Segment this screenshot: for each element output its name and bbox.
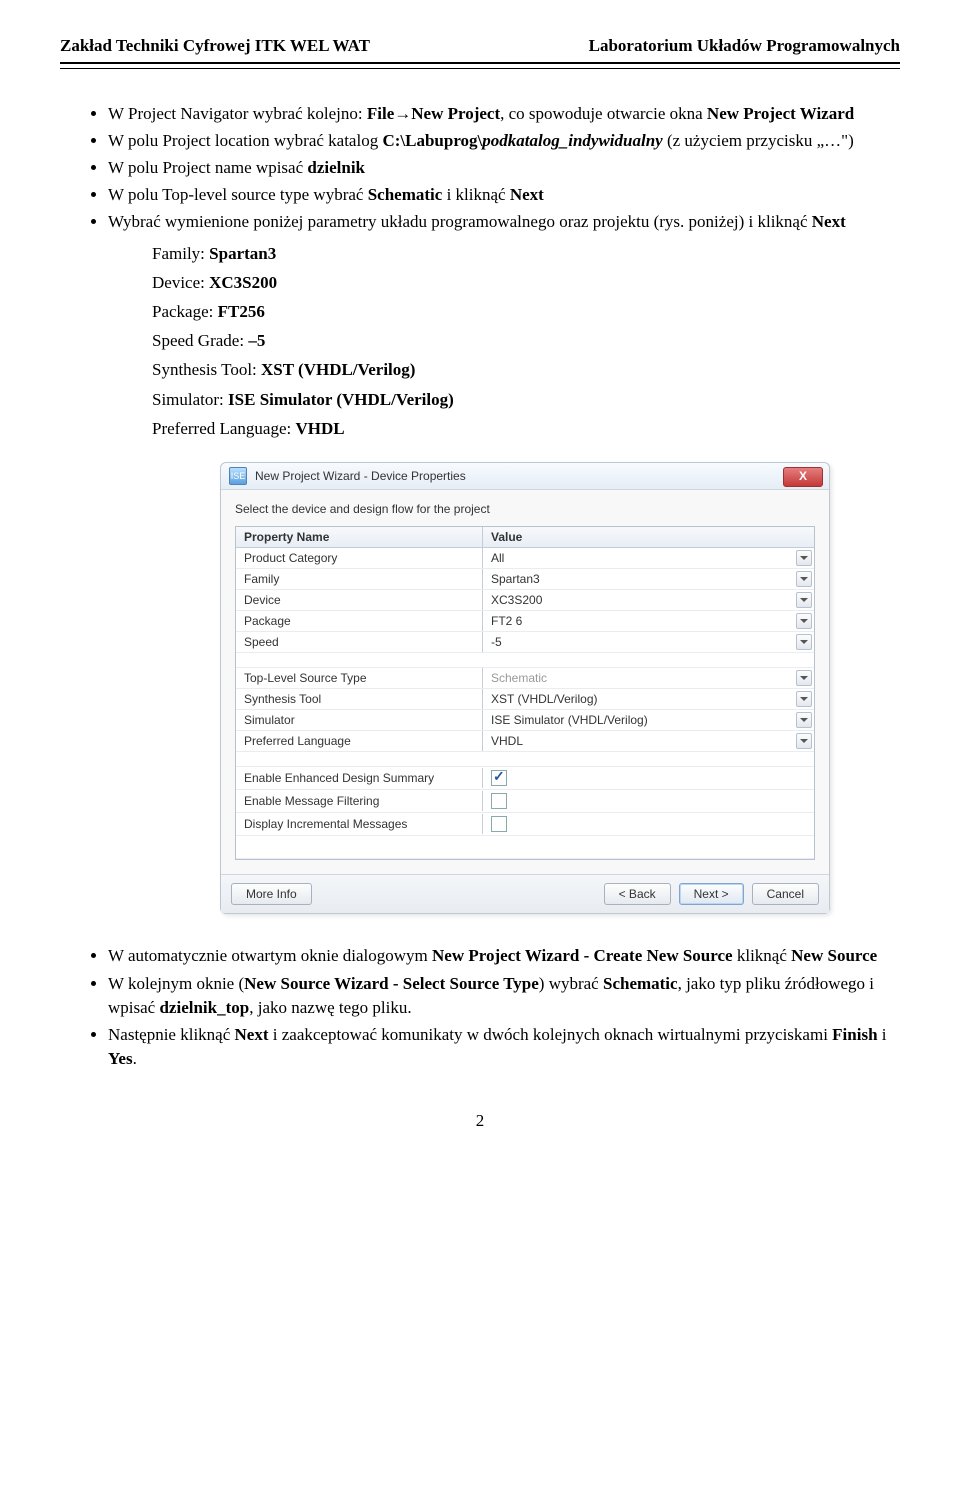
header-divider: [60, 62, 900, 69]
family-dropdown[interactable]: Spartan3: [483, 569, 814, 589]
chevron-down-icon: [796, 733, 812, 749]
preferred-language-dropdown[interactable]: VHDL: [483, 731, 814, 751]
header-right: Laboratorium Układów Programowalnych: [589, 36, 900, 56]
device-dropdown[interactable]: XC3S200: [483, 590, 814, 610]
package-dropdown[interactable]: FT2 6: [483, 611, 814, 631]
bullet-list-top: W Project Navigator wybrać kolejno: File…: [60, 103, 900, 234]
chevron-down-icon: [796, 613, 812, 629]
bullet-2: W polu Project location wybrać katalog C…: [108, 130, 900, 153]
bullet-5: Wybrać wymienione poniżej parametry ukła…: [108, 211, 900, 234]
bullet-3: W polu Project name wpisać dzielnik: [108, 157, 900, 180]
bullet-b1: W automatycznie otwartym oknie dialogowy…: [108, 944, 900, 968]
dialog-subtitle: Select the device and design flow for th…: [235, 502, 815, 516]
incremental-messages-checkbox[interactable]: [491, 816, 507, 832]
bullet-b3: Następnie kliknąć Next i zaakceptować ko…: [108, 1023, 900, 1071]
synthesis-tool-dropdown[interactable]: XST (VHDL/Verilog): [483, 689, 814, 709]
dialog-titlebar[interactable]: ISE New Project Wizard - Device Properti…: [221, 463, 829, 490]
grid-header-name: Property Name: [236, 527, 483, 547]
parameter-list: Family: Spartan3 Device: XC3S200 Package…: [152, 240, 900, 442]
dialog-title: New Project Wizard - Device Properties: [255, 469, 466, 483]
cancel-button[interactable]: Cancel: [752, 883, 819, 905]
speed-dropdown[interactable]: -5: [483, 632, 814, 652]
chevron-down-icon: [796, 634, 812, 650]
bullet-b2: W kolejnym oknie (New Source Wizard - Se…: [108, 972, 900, 1020]
bullet-list-bottom: W automatycznie otwartym oknie dialogowy…: [60, 944, 900, 1071]
enhanced-design-summary-checkbox[interactable]: [491, 770, 507, 786]
chevron-down-icon: [796, 571, 812, 587]
properties-grid: Property Name Value Product CategoryAll …: [235, 526, 815, 860]
simulator-dropdown[interactable]: ISE Simulator (VHDL/Verilog): [483, 710, 814, 730]
ise-icon: ISE: [229, 467, 247, 485]
grid-header-value: Value: [483, 527, 814, 547]
message-filtering-checkbox[interactable]: [491, 793, 507, 809]
top-level-source-type-dropdown: Schematic: [483, 668, 814, 688]
chevron-down-icon: [796, 670, 812, 686]
chevron-down-icon: [796, 592, 812, 608]
header-left: Zakład Techniki Cyfrowej ITK WEL WAT: [60, 36, 370, 56]
bullet-1: W Project Navigator wybrać kolejno: File…: [108, 103, 900, 126]
close-icon[interactable]: X: [783, 467, 823, 487]
bullet-4: W polu Top-level source type wybrać Sche…: [108, 184, 900, 207]
product-category-dropdown[interactable]: All: [483, 548, 814, 568]
device-properties-dialog: ISE New Project Wizard - Device Properti…: [220, 462, 830, 914]
back-button[interactable]: < Back: [604, 883, 671, 905]
more-info-button[interactable]: More Info: [231, 883, 312, 905]
chevron-down-icon: [796, 550, 812, 566]
page-number: 2: [60, 1111, 900, 1131]
next-button[interactable]: Next >: [679, 883, 744, 905]
chevron-down-icon: [796, 712, 812, 728]
chevron-down-icon: [796, 691, 812, 707]
